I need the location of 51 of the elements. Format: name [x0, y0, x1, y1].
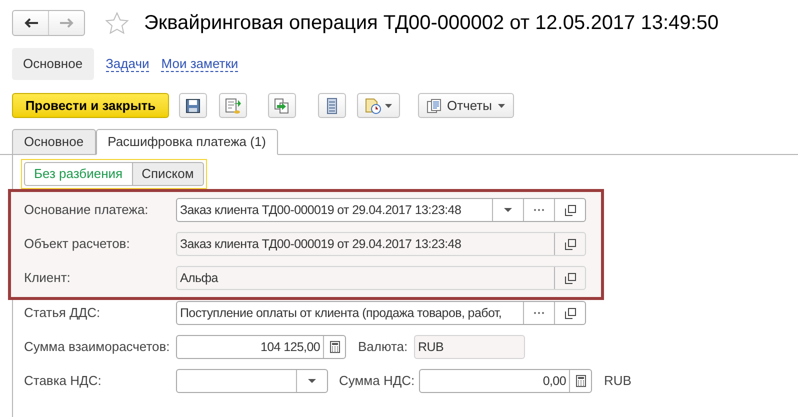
input-field[interactable]: 104 125,00	[176, 335, 346, 359]
section-tab[interactable]: Основное	[12, 48, 94, 80]
window-icon	[564, 308, 576, 318]
input-field[interactable]: Заказ клиента ТД00-000019 от 29.04.2017 13:23:48	[176, 232, 586, 256]
window-title: Эквайринговая операция ТД00-000002 от 12.05.2017 13:49:50	[144, 11, 719, 36]
field-label: Объект расчетов:	[24, 235, 131, 254]
input-field[interactable]: Поступление оплаты от клиента (продажа товаров, работ,	[176, 301, 586, 325]
caret-icon	[385, 104, 392, 108]
input-field[interactable]: 0,00	[419, 369, 592, 393]
documents-arrow-icon	[274, 98, 290, 114]
input-field[interactable]: Альфа	[176, 266, 586, 290]
list-button[interactable]	[318, 93, 346, 118]
field-label: Валюта:	[358, 338, 409, 356]
field-label: Ставка НДС:	[24, 372, 102, 390]
section-link[interactable]: Задачи	[106, 56, 150, 72]
caret-icon	[504, 208, 512, 212]
document-arrow-icon	[225, 98, 241, 114]
input-field[interactable]: RUB	[414, 335, 525, 359]
post-button[interactable]	[219, 93, 247, 118]
forward-arrow-icon	[60, 18, 74, 28]
section-link[interactable]: Мои заметки	[161, 56, 238, 72]
input-field[interactable]	[176, 369, 328, 393]
calculator-icon	[330, 341, 340, 353]
tab[interactable]: Основное	[12, 129, 96, 155]
view-toggle-button[interactable]: Списком	[132, 162, 204, 186]
post-and-close-button[interactable]: Провести и закрыть	[12, 93, 169, 118]
reports-button[interactable]: Отчеты	[418, 93, 514, 118]
field-label: Клиент:	[24, 269, 72, 288]
caret-icon	[308, 379, 316, 383]
field-label: Сумма взаиморасчетов:	[24, 338, 171, 356]
calculator-icon	[576, 375, 586, 387]
tab[interactable]: Расшифровка платежа (1)	[96, 129, 278, 155]
save-icon	[186, 98, 200, 112]
field-label: Статья ДДС:	[24, 304, 102, 322]
view-toggle-button[interactable]: Без разбиения	[24, 162, 133, 186]
input-field[interactable]: Заказ клиента ТД00-000019 от 29.04.2017 13:23:48	[176, 198, 586, 222]
field-label: Сумма НДС:	[339, 372, 416, 390]
currency-text: RUB	[604, 372, 632, 390]
report-icon	[427, 98, 441, 112]
window-icon	[564, 272, 576, 284]
field-label: Основание платежа:	[24, 201, 150, 220]
caret-icon	[498, 104, 505, 108]
history-menu-button[interactable]	[357, 93, 400, 118]
list-icon	[327, 98, 337, 114]
copy-button[interactable]	[268, 93, 296, 118]
save-button[interactable]	[179, 93, 207, 118]
window-icon	[564, 204, 576, 216]
window-icon	[564, 238, 576, 250]
document-clock-icon	[365, 98, 381, 114]
back-arrow-icon	[24, 18, 38, 28]
star-icon[interactable]	[105, 12, 129, 34]
